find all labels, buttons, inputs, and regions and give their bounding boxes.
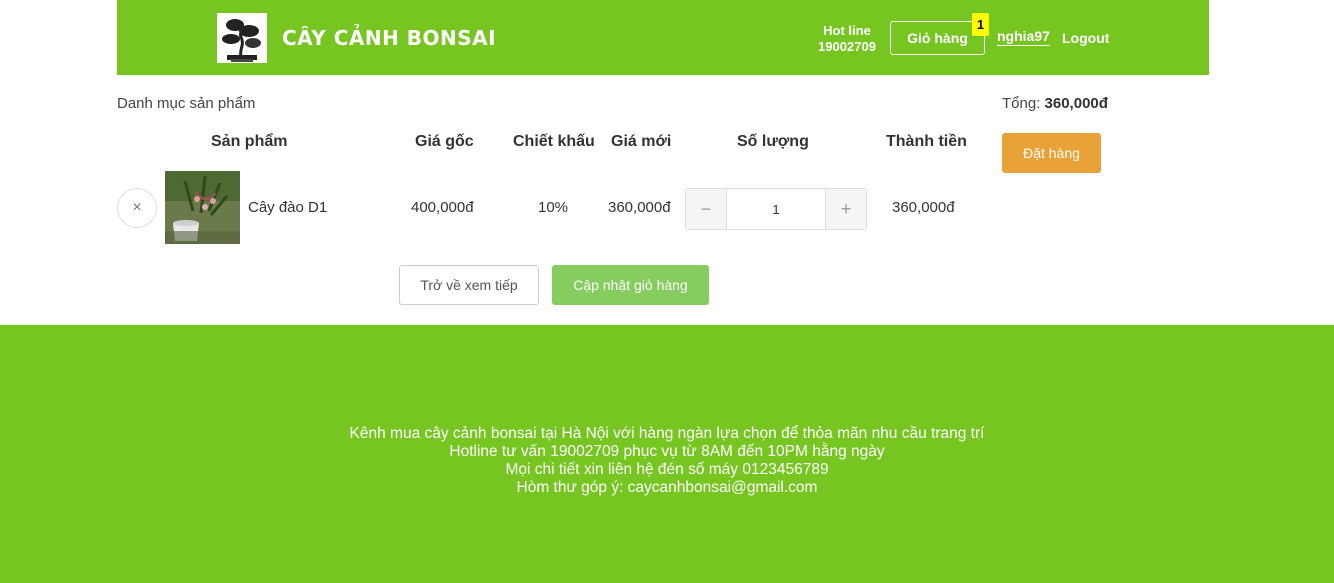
update-cart-button[interactable]: Cập nhật giỏ hàng — [552, 265, 709, 305]
total-label: Tổng: — [1002, 95, 1041, 112]
col-quantity: Số lượng — [737, 133, 809, 150]
new-price: 360,000đ — [608, 199, 671, 216]
plus-icon: + — [840, 198, 852, 219]
original-price: 400,000đ — [411, 199, 474, 216]
bonsai-tree-icon — [217, 13, 267, 63]
col-subtotal: Thành tiền — [886, 133, 967, 150]
site-footer: Kênh mua cây cảnh bonsai tại Hà Nội với … — [0, 325, 1334, 583]
cart-button[interactable]: Giỏ hàng — [890, 21, 985, 55]
remove-item-button[interactable]: × — [117, 188, 157, 228]
cart-total: Tổng: 360,000đ — [1002, 95, 1108, 112]
category-title: Danh mục sản phẩm — [117, 95, 256, 112]
hotline-label: Hot line — [823, 23, 871, 38]
footer-line: Mọi chi tiết xin liên hệ đén số máy 0123… — [505, 461, 829, 478]
col-discount: Chiết khấu — [513, 133, 595, 150]
decrease-quantity-button[interactable]: − — [686, 189, 727, 229]
hotline: Hot line 19002709 — [807, 23, 887, 55]
username-link[interactable]: nghia97 — [997, 28, 1050, 46]
product-image — [165, 171, 240, 244]
footer-line: Hotline tư vấn 19002709 phục vụ từ 8AM đ… — [449, 443, 885, 460]
close-icon: × — [132, 199, 142, 216]
site-header: CÂY CẢNH BONSAI Hot line 19002709 Giỏ hà… — [117, 0, 1209, 75]
footer-line: Kênh mua cây cảnh bonsai tại Hà Nội với … — [349, 425, 985, 442]
order-button[interactable]: Đặt hàng — [1002, 133, 1101, 173]
discount: 10% — [538, 199, 569, 216]
product-name[interactable]: Cây đào D1 — [248, 199, 327, 216]
col-original-price: Giá gốc — [415, 133, 474, 150]
logout-link[interactable]: Logout — [1062, 30, 1109, 46]
brand-name[interactable]: CÂY CẢNH BONSAI — [282, 26, 496, 50]
minus-icon: − — [700, 198, 712, 219]
total-value: 360,000đ — [1044, 95, 1108, 112]
subtotal: 360,000đ — [892, 199, 955, 216]
quantity-input[interactable]: 1 — [727, 189, 825, 229]
footer-info: Kênh mua cây cảnh bonsai tại Hà Nội với … — [0, 425, 1334, 497]
logo[interactable] — [217, 13, 267, 63]
hotline-number: 19002709 — [818, 39, 876, 54]
footer-line: Hòm thư góp ý: caycanhbonsai@gmail.com — [516, 479, 818, 496]
increase-quantity-button[interactable]: + — [825, 189, 866, 229]
col-product: Sản phẩm — [211, 133, 288, 150]
cart-count-badge: 1 — [972, 13, 989, 36]
quantity-stepper: − 1 + — [685, 188, 867, 230]
col-new-price: Giá mới — [611, 133, 672, 150]
continue-shopping-button[interactable]: Trở về xem tiếp — [399, 265, 539, 305]
